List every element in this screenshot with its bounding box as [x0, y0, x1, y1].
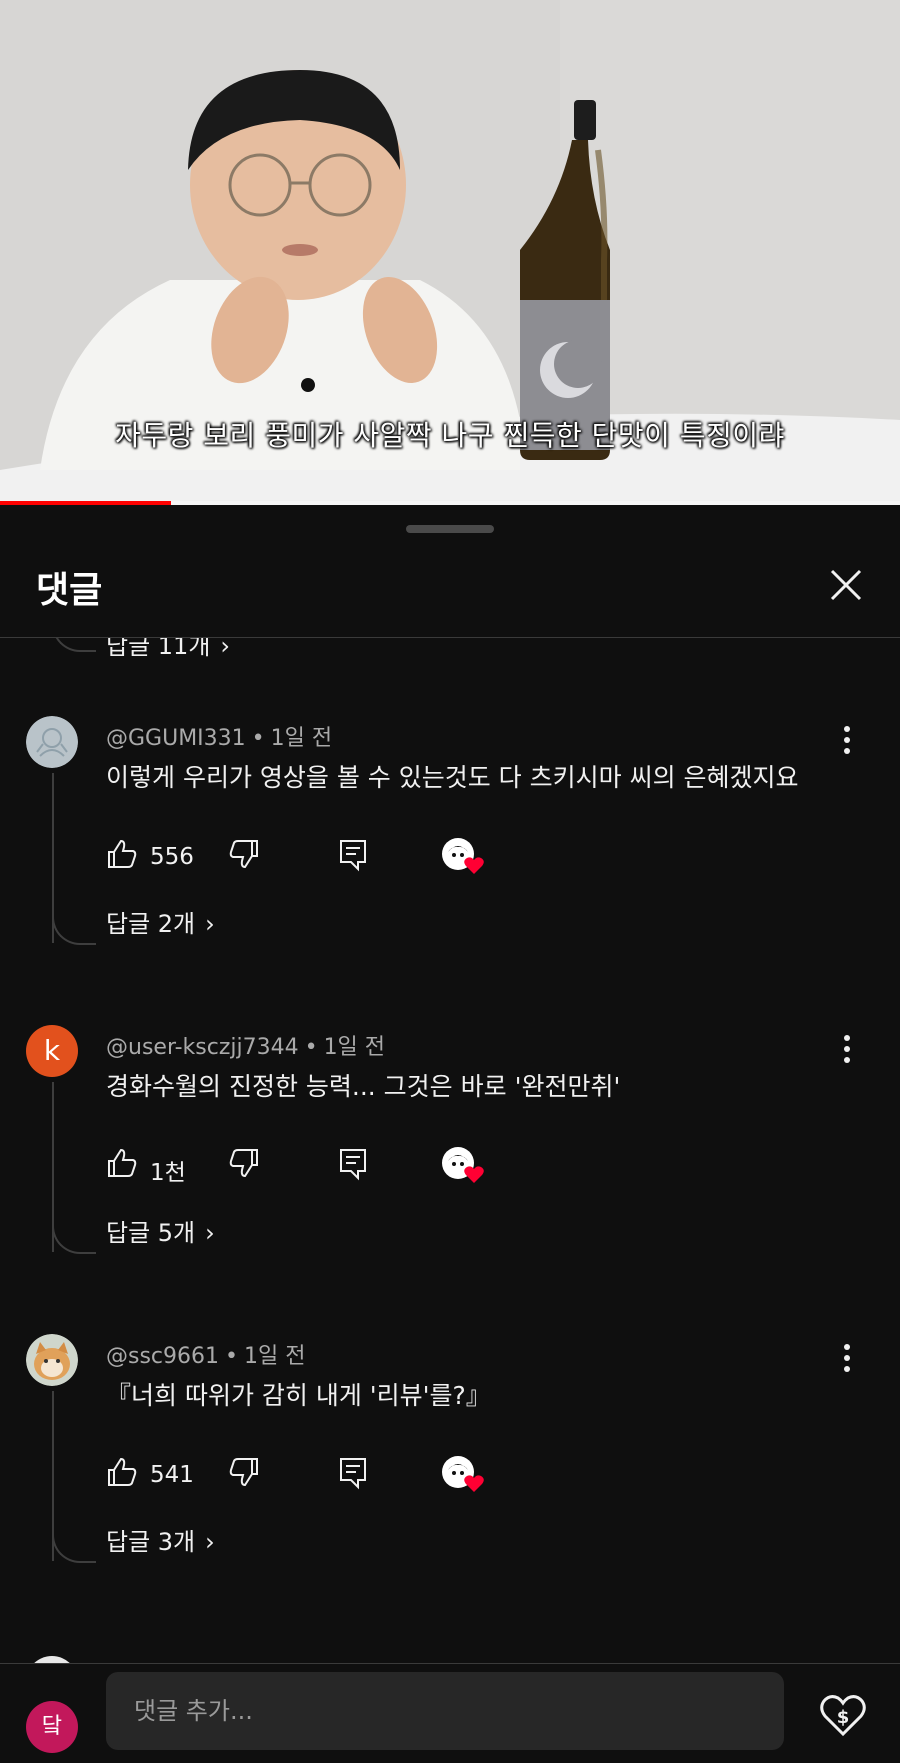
replies-label: 답글 11개 [106, 638, 211, 660]
video-player[interactable]: 자두랑 보리 풍미가 사알짝 나구 찐득한 단맛이 특징이랴 [0, 0, 900, 505]
thread-connector [52, 1531, 96, 1563]
like-count: 1천 [150, 1160, 186, 1186]
avatar[interactable] [26, 1656, 78, 1663]
user-avatar[interactable]: 닼 [26, 1701, 78, 1753]
like-icon[interactable] [106, 1147, 138, 1179]
comment-author[interactable]: @user-ksczjj7344 [106, 1035, 299, 1060]
thread-connector [52, 1222, 96, 1254]
more-options-icon[interactable] [834, 722, 860, 758]
like-icon[interactable] [106, 1456, 138, 1488]
like-count: 556 [150, 844, 194, 870]
reply-icon[interactable] [338, 1147, 368, 1181]
chevron-right-icon: › [205, 910, 215, 938]
close-icon[interactable] [826, 565, 866, 605]
view-replies-link[interactable]: 답글 5개 › [106, 1213, 215, 1248]
composer-divider [0, 1663, 900, 1664]
chevron-right-icon: › [205, 1528, 215, 1556]
comment-time: 1일 전 [323, 1035, 386, 1060]
reply-icon[interactable] [338, 1456, 368, 1490]
dislike-icon[interactable] [228, 1456, 260, 1488]
dislike-icon[interactable] [228, 1147, 260, 1179]
chevron-right-icon: › [205, 1219, 215, 1247]
comment-author[interactable]: @ssc9661 [106, 1344, 219, 1369]
chevron-right-icon: › [220, 638, 231, 660]
comment-text: 『너희 따위가 감히 내게 '리뷰'를?』 [106, 1381, 491, 1410]
avatar[interactable]: k [26, 1025, 78, 1077]
add-comment-input[interactable] [106, 1672, 784, 1750]
replies-label: 답글 2개 [106, 910, 196, 938]
comment-meta: @ssc9661 • 1일 전 [106, 1344, 306, 1369]
comment-text: 경화수월의 진정한 능력... 그것은 바로 '완전만취' [106, 1072, 621, 1101]
comments-panel: 댓글 답글 11개 › @GGUMI331 • 1일 전 이렇게 우리가 영상을… [0, 505, 900, 1763]
comment-time: 1일 전 [270, 726, 333, 751]
comment-author[interactable]: @GGUMI331 [106, 726, 246, 751]
more-options-icon[interactable] [834, 1340, 860, 1376]
like-icon[interactable] [106, 838, 138, 870]
replies-label: 답글 5개 [106, 1219, 196, 1247]
like-count: 541 [150, 1462, 194, 1488]
drag-handle[interactable] [406, 525, 494, 533]
panel-title: 댓글 [36, 570, 103, 611]
reply-icon[interactable] [338, 838, 368, 872]
comment-list[interactable]: 답글 11개 › @GGUMI331 • 1일 전 이렇게 우리가 영상을 볼 수 있… [0, 638, 900, 1663]
replies-label: 답글 3개 [106, 1528, 196, 1556]
dislike-icon[interactable] [228, 838, 260, 870]
creator-heart-icon [442, 1456, 484, 1492]
comment-actions: 1천 [106, 1147, 706, 1187]
video-subtitle: 자두랑 보리 풍미가 사알짝 나구 찐득한 단맛이 특징이랴 [115, 419, 785, 452]
thread-connector [52, 638, 96, 652]
comment-meta: @GGUMI331 • 1일 전 [106, 726, 333, 751]
view-replies-link[interactable]: 답글 11개 › [106, 638, 230, 661]
more-options-icon[interactable] [834, 1031, 860, 1067]
avatar[interactable] [26, 1334, 78, 1386]
creator-heart-icon [442, 838, 484, 874]
comment-meta: @user-ksczjj7344 • 1일 전 [106, 1035, 386, 1060]
view-replies-link[interactable]: 답글 2개 › [106, 904, 215, 939]
comment-time: 1일 전 [244, 1344, 306, 1369]
avatar[interactable] [26, 716, 78, 768]
thread-connector [52, 913, 96, 945]
comment-text: 이렇게 우리가 영상을 볼 수 있는것도 다 츠키시마 씨의 은혜겠지요 [106, 763, 799, 792]
super-thanks-icon[interactable]: $ [818, 1690, 868, 1740]
comment-actions: 556 [106, 838, 706, 878]
svg-text:$: $ [837, 1707, 850, 1728]
comment-actions: 541 [106, 1456, 706, 1496]
creator-heart-icon [442, 1147, 484, 1183]
view-replies-link[interactable]: 답글 3개 › [106, 1522, 215, 1557]
